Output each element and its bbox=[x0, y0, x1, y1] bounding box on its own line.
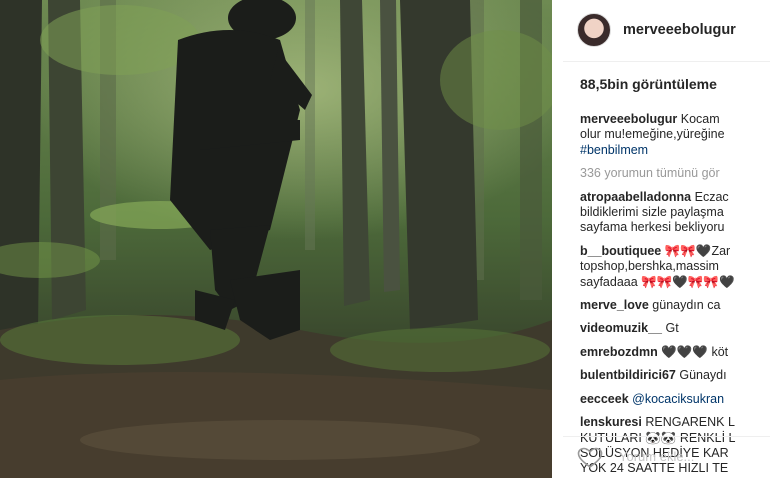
comment-item: eecceek @kocaciksukran bbox=[580, 392, 770, 407]
comment-text: topshop,bershka,massim bbox=[580, 259, 719, 274]
comment-username[interactable]: eecceek bbox=[580, 392, 629, 406]
comment-item: atropaabelladonna Eczac bildiklerimi siz… bbox=[580, 190, 770, 236]
comment-list: merveeebolugur Kocam olur mu!emeğine,yür… bbox=[580, 112, 770, 477]
forest-runner-video-frame bbox=[0, 0, 552, 478]
comment-username[interactable]: videomuzik__ bbox=[580, 321, 662, 335]
comment-text: 🖤🖤🖤 köt bbox=[661, 344, 729, 359]
comment-username[interactable]: bulentbildirici67 bbox=[580, 368, 676, 382]
comment-username[interactable]: merve_love bbox=[580, 298, 649, 312]
comment-text: Eczac bbox=[694, 189, 729, 204]
actions-divider bbox=[563, 436, 770, 437]
comment-text: 🎀🎀🖤Zar bbox=[664, 243, 731, 258]
view-all-comments-link[interactable]: 336 yorumun tümünü gör bbox=[580, 166, 770, 181]
view-count: 88,5bin görüntüleme bbox=[580, 76, 717, 92]
comment-text: bildiklerimi sizle paylaşma bbox=[580, 205, 724, 220]
post-side-panel: merveeebolugur 88,5bin görüntüleme merve… bbox=[563, 0, 770, 485]
comment-text: Gt bbox=[665, 321, 679, 336]
avatar[interactable] bbox=[577, 13, 611, 47]
comment-text: sayfama herkesi bekliyoru bbox=[580, 220, 725, 235]
comment-item: lenskuresi RENGARENK L KUTULARI 🐼🐼 RENKL… bbox=[580, 415, 770, 477]
comment-username[interactable]: atropaabelladonna bbox=[580, 190, 691, 204]
caption-hashtag[interactable]: #benbilmem bbox=[580, 143, 770, 158]
comment-text: günaydın ca bbox=[652, 298, 721, 313]
comment-item: b__boutiquee 🎀🎀🖤Zar topshop,bershka,mass… bbox=[580, 244, 770, 290]
comment-text: KUTULARI 🐼🐼 RENKLİ L bbox=[580, 430, 736, 445]
caption: merveeebolugur Kocam bbox=[580, 112, 770, 127]
instagram-post-window: merveeebolugur 88,5bin görüntüleme merve… bbox=[0, 0, 770, 485]
post-header: merveeebolugur bbox=[577, 12, 770, 48]
post-username[interactable]: merveeebolugur bbox=[623, 22, 736, 38]
caption-line: olur mu!emeğine,yüreğine bbox=[580, 127, 725, 142]
comment-text: sayfadaaa 🎀🎀🖤🎀🎀🖤 bbox=[580, 274, 735, 289]
caption-text: Kocam bbox=[680, 112, 720, 126]
comment-item: videomuzik__ Gt bbox=[580, 321, 770, 336]
add-comment-input[interactable]: Yorum ekle... bbox=[619, 449, 694, 464]
comment-username[interactable]: emrebozdmn bbox=[580, 345, 658, 359]
post-video[interactable] bbox=[0, 0, 552, 478]
comment-item: bulentbildirici67 Günaydı bbox=[580, 368, 770, 383]
caption-username[interactable]: merveeebolugur bbox=[580, 112, 677, 126]
comment-mention[interactable]: @kocaciksukran bbox=[632, 392, 724, 406]
comment-text: Günaydı bbox=[679, 368, 727, 383]
header-divider bbox=[563, 61, 770, 62]
comment-username[interactable]: b__boutiquee bbox=[580, 244, 661, 258]
comment-item: merve_love günaydın ca bbox=[580, 298, 770, 313]
heart-outline-icon[interactable] bbox=[577, 447, 603, 469]
comment-text: RENGARENK L bbox=[645, 415, 735, 430]
comment-item: emrebozdmn 🖤🖤🖤 köt bbox=[580, 345, 770, 360]
comment-username[interactable]: lenskuresi bbox=[580, 415, 642, 429]
